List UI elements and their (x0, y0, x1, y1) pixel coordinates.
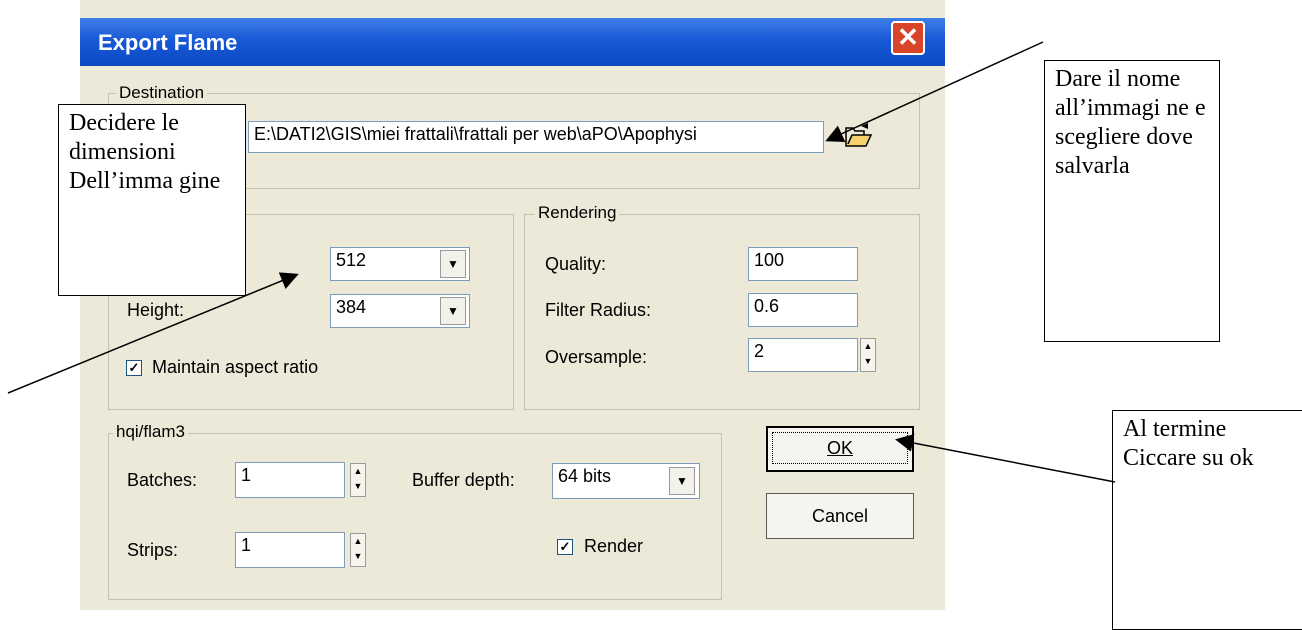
arrow-to-size (7, 272, 299, 394)
arrow-to-ok (895, 434, 1116, 483)
arrow-to-destination (825, 41, 1044, 142)
annotation-arrows (7, 41, 1116, 483)
